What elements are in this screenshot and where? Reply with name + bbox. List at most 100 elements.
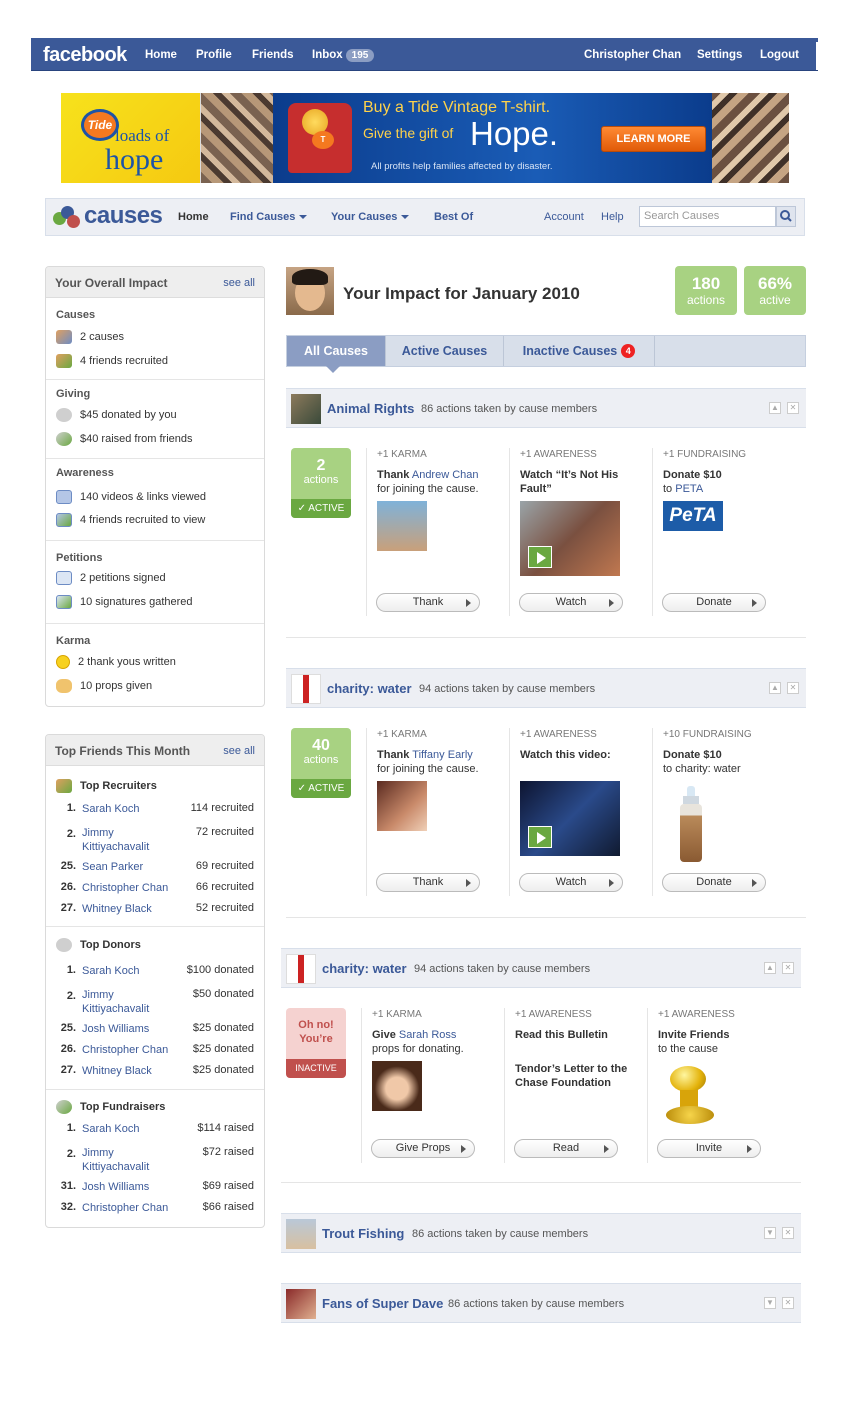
causes-logo-icon[interactable] <box>53 206 81 230</box>
friend-name-link[interactable]: Jimmy Kittiyachavalit <box>82 826 172 854</box>
video-thumbnail[interactable] <box>520 781 620 856</box>
friend-photo[interactable] <box>377 501 427 551</box>
cause-thumbnail[interactable] <box>286 954 316 984</box>
gold-trophy-icon[interactable] <box>660 1062 722 1126</box>
button-label: Watch <box>555 876 587 888</box>
friend-name-link[interactable]: Jimmy Kittiyachavalit <box>82 988 172 1016</box>
rank: 1. <box>66 1122 76 1134</box>
read-button[interactable]: Read <box>514 1139 618 1158</box>
active-status: ✓ ACTIVE <box>291 779 351 798</box>
friend-name-link[interactable]: Christopher Chan <box>82 1201 187 1215</box>
user-avatar[interactable] <box>286 267 334 315</box>
close-button[interactable]: ✕ <box>787 402 799 414</box>
close-button[interactable]: ✕ <box>782 1297 794 1309</box>
button-label: Donate <box>696 876 732 888</box>
bulletin-link[interactable]: Tendor’s Letter to the Chase Foundation <box>515 1062 630 1090</box>
play-icon[interactable] <box>528 826 552 848</box>
impact-see-all-link[interactable]: see all <box>223 277 255 289</box>
video-thumbnail[interactable] <box>520 501 620 576</box>
friend-name-link[interactable]: Josh Williams <box>82 1180 182 1194</box>
friends-see-all-link[interactable]: see all <box>223 745 255 757</box>
cause-thumbnail[interactable] <box>286 1219 316 1249</box>
friend-link[interactable]: Sarah Ross <box>399 1029 456 1041</box>
causes-home-link[interactable]: Home <box>178 211 209 223</box>
friend-link[interactable]: Tiffany Early <box>412 749 473 761</box>
friend-name-link[interactable]: Christopher Chan <box>82 1043 187 1057</box>
causes-logo-text[interactable]: causes <box>84 202 163 230</box>
give-props-button[interactable]: Give Props <box>371 1139 475 1158</box>
invite-button[interactable]: Invite <box>657 1139 761 1158</box>
tab-all-causes[interactable]: All Causes <box>287 336 386 366</box>
thank-button[interactable]: Thank <box>376 593 480 612</box>
nav-profile-link[interactable]: Profile <box>196 49 232 61</box>
friend-photo[interactable] <box>377 781 427 831</box>
donate-button[interactable]: Donate <box>662 593 766 612</box>
org-link[interactable]: PETA <box>675 483 703 495</box>
cause-actions-meta: 94 actions taken by cause members <box>419 683 596 695</box>
cause-thumbnail[interactable] <box>291 394 321 424</box>
friend-name-link[interactable]: Sarah Koch <box>82 1122 172 1136</box>
action-description: Thank Andrew Chan for joining the cause. <box>377 468 507 496</box>
close-button[interactable]: ✕ <box>782 962 794 974</box>
action-category: +1 AWARENESS <box>658 1009 735 1020</box>
cause-name-link[interactable]: Trout Fishing <box>322 1226 404 1241</box>
friend-name-link[interactable]: Sarah Koch <box>82 964 172 978</box>
action-category: +1 AWARENESS <box>520 729 597 740</box>
user-name-link[interactable]: Christopher Chan <box>584 49 681 61</box>
friend-name-link[interactable]: Sean Parker <box>82 860 182 874</box>
tab-inactive-causes[interactable]: Inactive Causes 4 <box>504 336 655 366</box>
play-icon[interactable] <box>528 546 552 568</box>
water-bottle-image[interactable] <box>680 786 702 862</box>
impact-row: $40 raised from friends <box>56 432 193 446</box>
nav-home-link[interactable]: Home <box>145 49 177 61</box>
cause-name-link[interactable]: charity: water <box>322 961 407 976</box>
button-label: Read <box>552 1142 580 1154</box>
watch-button[interactable]: Watch <box>519 873 623 892</box>
expand-button[interactable]: ▼ <box>764 1227 776 1239</box>
friend-value: $66 raised <box>202 1201 254 1213</box>
close-button[interactable]: ✕ <box>782 1227 794 1239</box>
donate-button[interactable]: Donate <box>662 873 766 892</box>
expand-button[interactable]: ▼ <box>764 1297 776 1309</box>
cause-name-link[interactable]: Animal Rights <box>327 401 414 416</box>
watch-button[interactable]: Watch <box>519 593 623 612</box>
cause-name-link[interactable]: charity: water <box>327 681 412 696</box>
best-of-link[interactable]: Best Of <box>434 211 473 223</box>
your-causes-menu[interactable]: Your Causes <box>331 211 410 223</box>
friend-name-link[interactable]: Whitney Black <box>82 1064 182 1078</box>
nav-inbox-link[interactable]: Inbox 195 <box>312 49 375 62</box>
thank-button[interactable]: Thank <box>376 873 480 892</box>
collapse-button[interactable]: ▲ <box>764 962 776 974</box>
friend-name-link[interactable]: Josh Williams <box>82 1022 182 1036</box>
collapse-button[interactable]: ▲ <box>769 402 781 414</box>
top-friends-box: Top Friends This Month see all Top Recru… <box>45 734 265 1228</box>
people-icon <box>56 330 72 344</box>
friend-link[interactable]: Andrew Chan <box>412 469 479 481</box>
tab-active-causes[interactable]: Active Causes <box>386 336 504 366</box>
friend-name-link[interactable]: Whitney Black <box>82 902 182 916</box>
find-causes-menu[interactable]: Find Causes <box>230 211 308 223</box>
cause-name-link[interactable]: Fans of Super Dave <box>322 1296 443 1311</box>
nav-friends-link[interactable]: Friends <box>252 49 294 61</box>
friend-name-link[interactable]: Jimmy Kittiyachavalit <box>82 1146 172 1174</box>
logout-link[interactable]: Logout <box>760 49 799 61</box>
help-link[interactable]: Help <box>601 211 624 223</box>
settings-link[interactable]: Settings <box>697 49 742 61</box>
tide-ad-banner[interactable]: Tide loads of hope T Buy a Tide Vintage … <box>61 93 789 183</box>
account-link[interactable]: Account <box>544 211 584 223</box>
peta-logo[interactable]: PeTA <box>663 501 723 531</box>
friend-name-link[interactable]: Sarah Koch <box>82 802 172 816</box>
friend-photo[interactable] <box>372 1061 422 1111</box>
tshirt-image: T <box>288 103 352 173</box>
cause-thumbnail[interactable] <box>291 674 321 704</box>
facebook-logo[interactable]: facebook <box>43 44 127 67</box>
friend-name-link[interactable]: Christopher Chan <box>82 881 187 895</box>
search-button[interactable] <box>776 206 796 227</box>
search-causes-input[interactable]: Search Causes <box>639 206 776 227</box>
cause-thumbnail[interactable] <box>286 1289 316 1319</box>
close-button[interactable]: ✕ <box>787 682 799 694</box>
learn-more-button[interactable]: LEARN MORE <box>601 126 706 152</box>
collapse-button[interactable]: ▲ <box>769 682 781 694</box>
causes-tab-bar: All Causes Active Causes Inactive Causes… <box>286 335 806 367</box>
friend-value: 72 recruited <box>195 826 254 838</box>
